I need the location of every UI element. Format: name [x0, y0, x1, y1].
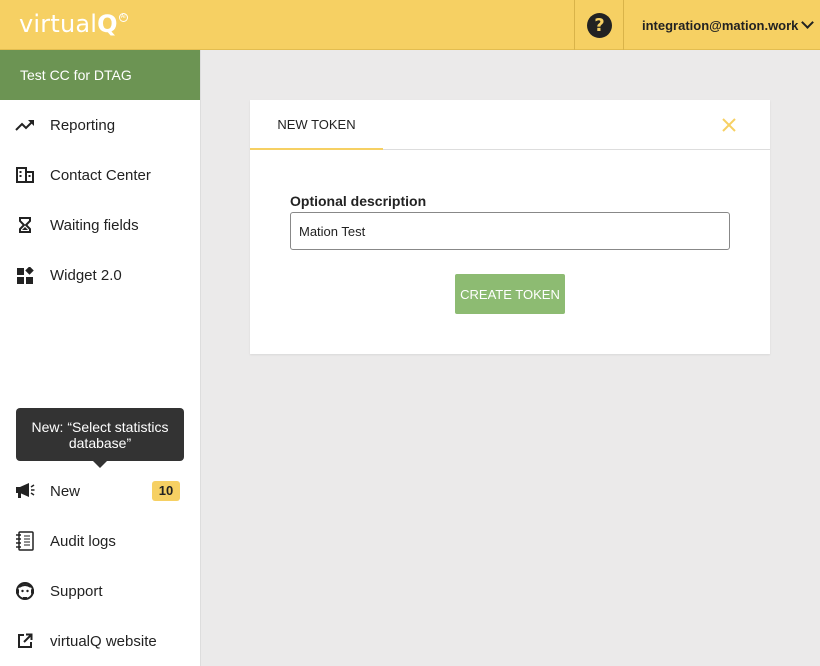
- description-input[interactable]: [290, 212, 730, 250]
- new-feature-tooltip: New: “Select statistics database”: [16, 408, 184, 468]
- sidebar-item-label: Support: [50, 582, 103, 600]
- sidebar-item-website[interactable]: virtualQ website: [0, 616, 200, 666]
- sidebar-item-label: virtualQ website: [50, 632, 157, 650]
- sidebar: Test CC for DTAG Reporting Contact Cente…: [0, 50, 201, 666]
- sidebar-item-label: Waiting fields: [50, 216, 139, 234]
- sidebar-item-audit-logs[interactable]: Audit logs: [0, 516, 200, 566]
- sidebar-item-waiting-fields[interactable]: Waiting fields: [0, 200, 200, 250]
- description-label: Optional description: [290, 193, 427, 209]
- org-name[interactable]: Test CC for DTAG: [0, 50, 200, 100]
- new-count-badge: 10: [152, 481, 180, 501]
- sidebar-item-label: Widget 2.0: [50, 266, 122, 284]
- sidebar-item-label: Contact Center: [50, 166, 151, 184]
- user-menu[interactable]: integration@mation.work: [624, 0, 820, 50]
- top-header: virtualQ AI ? integration@mation.work: [0, 0, 820, 50]
- sidebar-item-label: Reporting: [50, 116, 116, 134]
- tab-new-token[interactable]: NEW TOKEN: [250, 100, 383, 150]
- sidebar-item-widget[interactable]: Widget 2.0: [0, 250, 200, 300]
- user-email: integration@mation.work: [642, 17, 799, 33]
- sidebar-item-new[interactable]: New 10: [0, 466, 200, 516]
- virtualq-logo[interactable]: virtualQ AI: [19, 9, 128, 39]
- close-button[interactable]: [719, 115, 739, 135]
- sidebar-item-support[interactable]: Support: [0, 566, 200, 616]
- card-tabs: NEW TOKEN: [250, 100, 770, 150]
- create-token-button[interactable]: CREATE TOKEN: [455, 274, 565, 314]
- help-button[interactable]: ?: [575, 0, 624, 50]
- logo-text: virtualQ: [19, 10, 118, 38]
- sidebar-item-reporting[interactable]: Reporting: [0, 100, 200, 150]
- trending-up-icon: [0, 118, 50, 132]
- widgets-icon: [0, 266, 50, 284]
- external-link-icon: [0, 633, 50, 649]
- megaphone-icon: [0, 482, 50, 500]
- support-agent-icon: [0, 581, 50, 601]
- hourglass-icon: [0, 217, 50, 233]
- building-icon: [0, 167, 50, 183]
- sidebar-item-contact-center[interactable]: Contact Center: [0, 150, 200, 200]
- close-icon: [722, 118, 736, 132]
- new-token-card: NEW TOKEN Optional description CREATE TO…: [250, 100, 770, 354]
- logo-ai-badge: AI: [118, 13, 128, 22]
- chevron-down-icon: [801, 16, 815, 29]
- sidebar-item-label: New: [50, 482, 81, 500]
- help-icon: ?: [587, 12, 612, 38]
- sidebar-item-label: Audit logs: [50, 532, 116, 550]
- notebook-icon: [0, 531, 50, 551]
